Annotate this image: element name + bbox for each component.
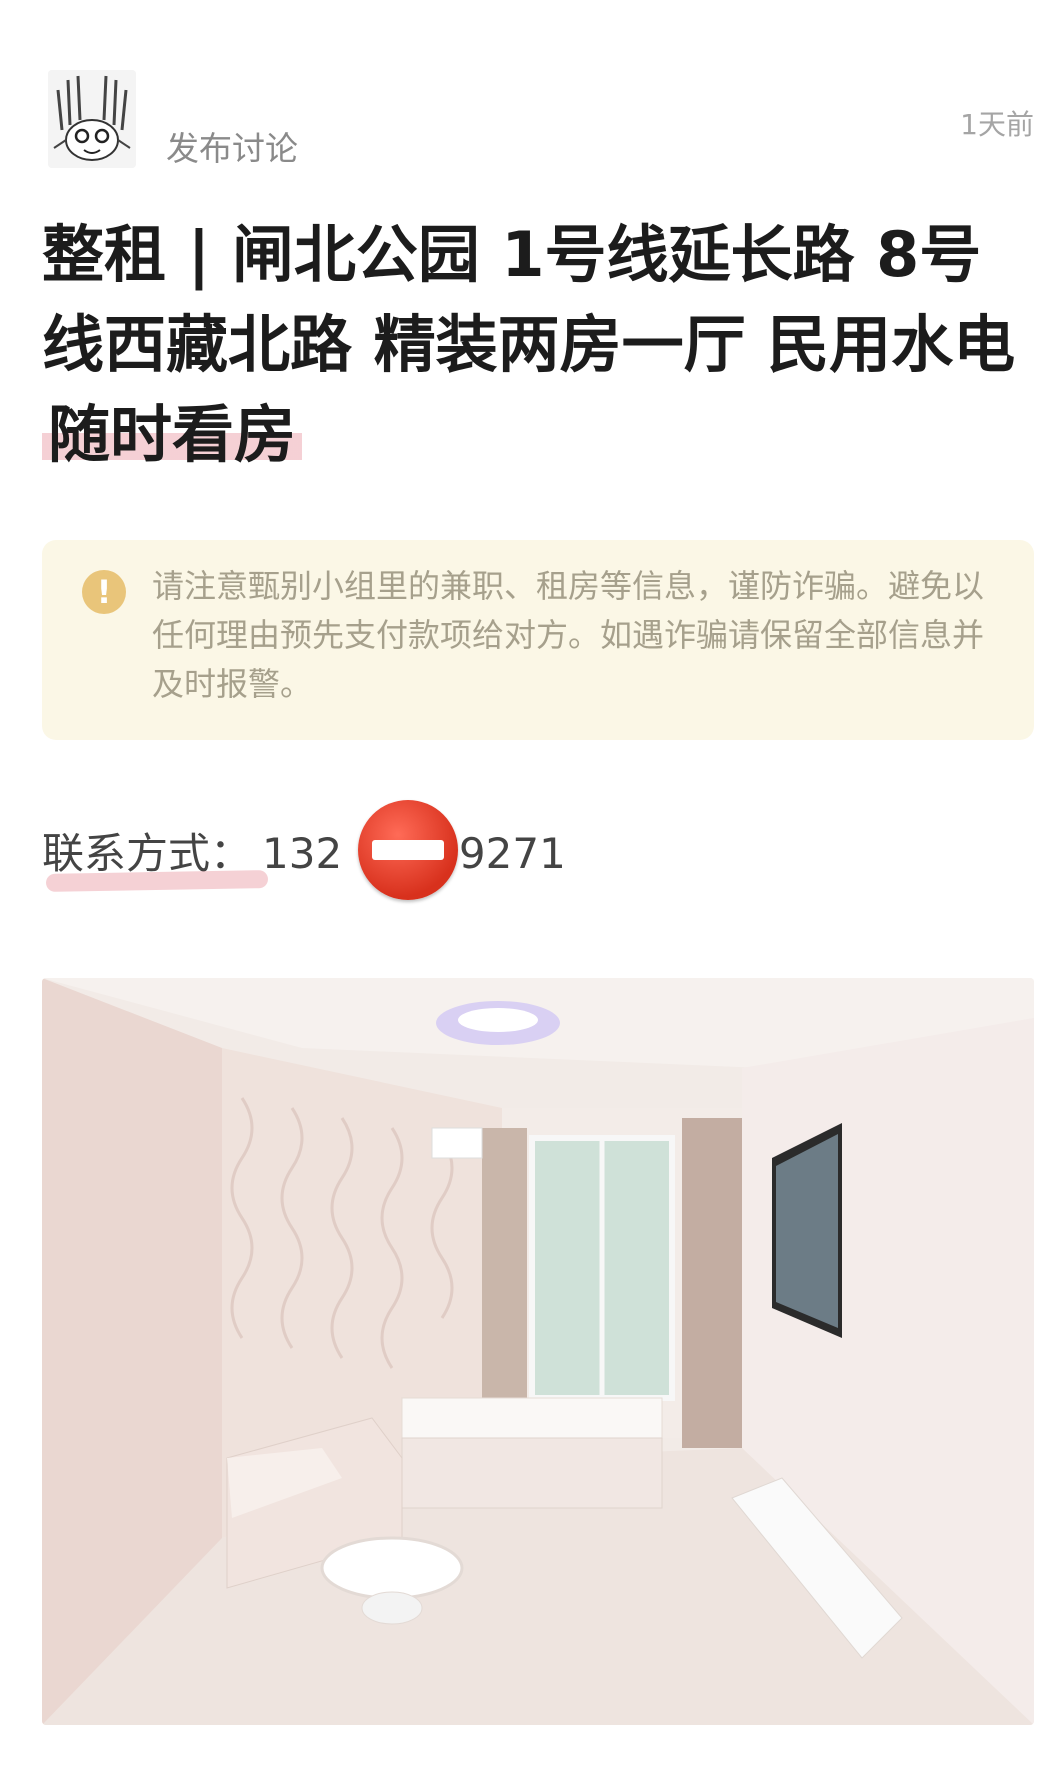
no-entry-emoji-icon xyxy=(358,800,458,900)
contact-info: 联系方式： 132 39271 xyxy=(42,820,566,881)
notice-text: 请注意甄别小组里的兼职、租房等信息，谨防诈骗。避免以任何理由预先支付款项给对方。… xyxy=(152,567,985,703)
post-action-label: 发布讨论 xyxy=(166,129,298,168)
post-timestamp: 1天前 xyxy=(960,108,1034,141)
phone-prefix: 132 xyxy=(262,829,343,878)
post-title-text: 整租 | 闸北公园 1号线延长路 8号线西藏北路 精装两房一厅 民用水电 xyxy=(42,218,1016,381)
post-title-highlight: 随时看房 xyxy=(42,398,303,471)
room-photo-icon xyxy=(42,978,1034,1725)
contact-label: 联系方式： xyxy=(42,829,262,878)
avatar[interactable] xyxy=(48,70,136,168)
fraud-warning-notice: ! 请注意甄别小组里的兼职、租房等信息，谨防诈骗。避免以任何理由预先支付款项给对… xyxy=(42,540,1034,740)
sketch-avatar-icon xyxy=(48,70,136,168)
room-photo[interactable] xyxy=(42,978,1034,1725)
post-title: 整租 | 闸北公园 1号线延长路 8号线西藏北路 精装两房一厅 民用水电 随时看… xyxy=(42,210,1032,480)
post-header: 发布讨论 1天前 xyxy=(0,0,1064,200)
warning-exclamation-icon: ! xyxy=(82,570,126,614)
